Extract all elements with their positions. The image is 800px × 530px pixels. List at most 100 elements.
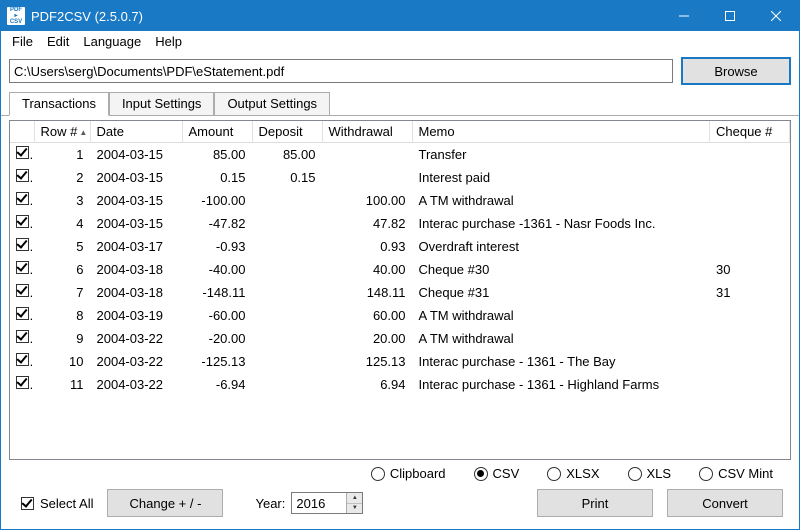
grid-header-row: Row #▲ Date Amount Deposit Withdrawal Me… [10,121,790,143]
select-all-checkbox[interactable]: Select All [21,496,93,511]
convert-button[interactable]: Convert [667,489,783,517]
col-selected-header[interactable] [10,121,34,143]
file-path-input[interactable] [9,59,673,83]
table-row[interactable]: 72004-03-18-148.11148.11Cheque #3131 [10,281,790,304]
cell-amount: -6.94 [182,373,252,396]
cell-deposit [252,281,322,304]
cell-deposit [252,304,322,327]
table-row[interactable]: 92004-03-22-20.0020.00A TM withdrawal [10,327,790,350]
table-row[interactable]: 82004-03-19-60.0060.00A TM withdrawal [10,304,790,327]
col-date-header[interactable]: Date [90,121,182,143]
row-checkbox[interactable] [16,353,29,366]
cell-date: 2004-03-17 [90,235,182,258]
year-up-button[interactable]: ▲ [347,493,362,504]
col-cheque-header[interactable]: Cheque # [710,121,790,143]
row-checkbox[interactable] [16,192,29,205]
row-checkbox[interactable] [16,215,29,228]
cell-date: 2004-03-15 [90,143,182,167]
row-checkbox[interactable] [16,330,29,343]
cell-withdrawal: 148.11 [322,281,412,304]
cell-deposit: 0.15 [252,166,322,189]
table-row[interactable]: 102004-03-22-125.13125.13Interac purchas… [10,350,790,373]
col-memo-header[interactable]: Memo [412,121,710,143]
browse-button[interactable]: Browse [681,57,791,85]
cell-withdrawal: 40.00 [322,258,412,281]
cell-withdrawal: 60.00 [322,304,412,327]
radio-clipboard[interactable]: Clipboard [371,466,446,481]
cell-row: 9 [34,327,90,350]
tab-output-settings[interactable]: Output Settings [214,92,330,116]
year-spinner[interactable]: 2016 ▲ ▼ [291,492,363,514]
cell-cheque [710,166,790,189]
sort-asc-icon: ▲ [79,128,87,137]
cell-deposit [252,350,322,373]
cell-date: 2004-03-18 [90,258,182,281]
cell-withdrawal [322,143,412,167]
cell-withdrawal: 20.00 [322,327,412,350]
col-row-header[interactable]: Row #▲ [34,121,90,143]
menu-help[interactable]: Help [148,32,189,51]
col-amount-header[interactable]: Amount [182,121,252,143]
cell-date: 2004-03-22 [90,373,182,396]
cell-amount: -0.93 [182,235,252,258]
table-row[interactable]: 112004-03-22-6.946.94Interac purchase - … [10,373,790,396]
checkbox-icon [21,497,34,510]
cell-withdrawal: 6.94 [322,373,412,396]
cell-withdrawal [322,166,412,189]
menu-language[interactable]: Language [76,32,148,51]
change-sign-button[interactable]: Change + / - [107,489,223,517]
cell-date: 2004-03-19 [90,304,182,327]
row-checkbox[interactable] [16,307,29,320]
row-checkbox[interactable] [16,284,29,297]
table-row[interactable]: 22004-03-150.150.15Interest paid [10,166,790,189]
cell-memo: Cheque #30 [412,258,710,281]
tab-transactions[interactable]: Transactions [9,92,109,116]
cell-withdrawal: 0.93 [322,235,412,258]
row-checkbox[interactable] [16,261,29,274]
tab-input-settings[interactable]: Input Settings [109,92,215,116]
cell-amount: -47.82 [182,212,252,235]
cell-amount: -148.11 [182,281,252,304]
table-row[interactable]: 62004-03-18-40.0040.00Cheque #3030 [10,258,790,281]
menu-file[interactable]: File [5,32,40,51]
cell-cheque: 31 [710,281,790,304]
row-checkbox[interactable] [16,238,29,251]
table-row[interactable]: 32004-03-15-100.00100.00A TM withdrawal [10,189,790,212]
close-button[interactable] [753,1,799,31]
maximize-button[interactable] [707,1,753,31]
cell-row: 4 [34,212,90,235]
cell-amount: 85.00 [182,143,252,167]
table-row[interactable]: 42004-03-15-47.8247.82Interac purchase -… [10,212,790,235]
cell-withdrawal: 125.13 [322,350,412,373]
cell-amount: -100.00 [182,189,252,212]
cell-cheque [710,350,790,373]
radio-csv-mint[interactable]: CSV Mint [699,466,773,481]
cell-cheque [710,189,790,212]
radio-xlsx[interactable]: XLSX [547,466,599,481]
col-deposit-header[interactable]: Deposit [252,121,322,143]
row-checkbox[interactable] [16,376,29,389]
output-format-row: Clipboard CSV XLSX XLS CSV Mint [9,460,791,487]
cell-deposit [252,212,322,235]
year-value[interactable]: 2016 [292,493,346,513]
cell-row: 11 [34,373,90,396]
year-down-button[interactable]: ▼ [347,504,362,514]
app-icon: PDF▸CSV [7,7,25,25]
window-title: PDF2CSV (2.5.0.7) [31,9,143,24]
cell-deposit [252,373,322,396]
radio-xls[interactable]: XLS [628,466,672,481]
row-checkbox[interactable] [16,146,29,159]
cell-date: 2004-03-15 [90,166,182,189]
radio-csv[interactable]: CSV [474,466,520,481]
cell-cheque [710,143,790,167]
cell-amount: -20.00 [182,327,252,350]
col-withdrawal-header[interactable]: Withdrawal [322,121,412,143]
cell-row: 7 [34,281,90,304]
menu-edit[interactable]: Edit [40,32,76,51]
minimize-button[interactable] [661,1,707,31]
row-checkbox[interactable] [16,169,29,182]
print-button[interactable]: Print [537,489,653,517]
cell-date: 2004-03-15 [90,212,182,235]
table-row[interactable]: 52004-03-17-0.930.93Overdraft interest [10,235,790,258]
table-row[interactable]: 12004-03-1585.0085.00Transfer [10,143,790,167]
